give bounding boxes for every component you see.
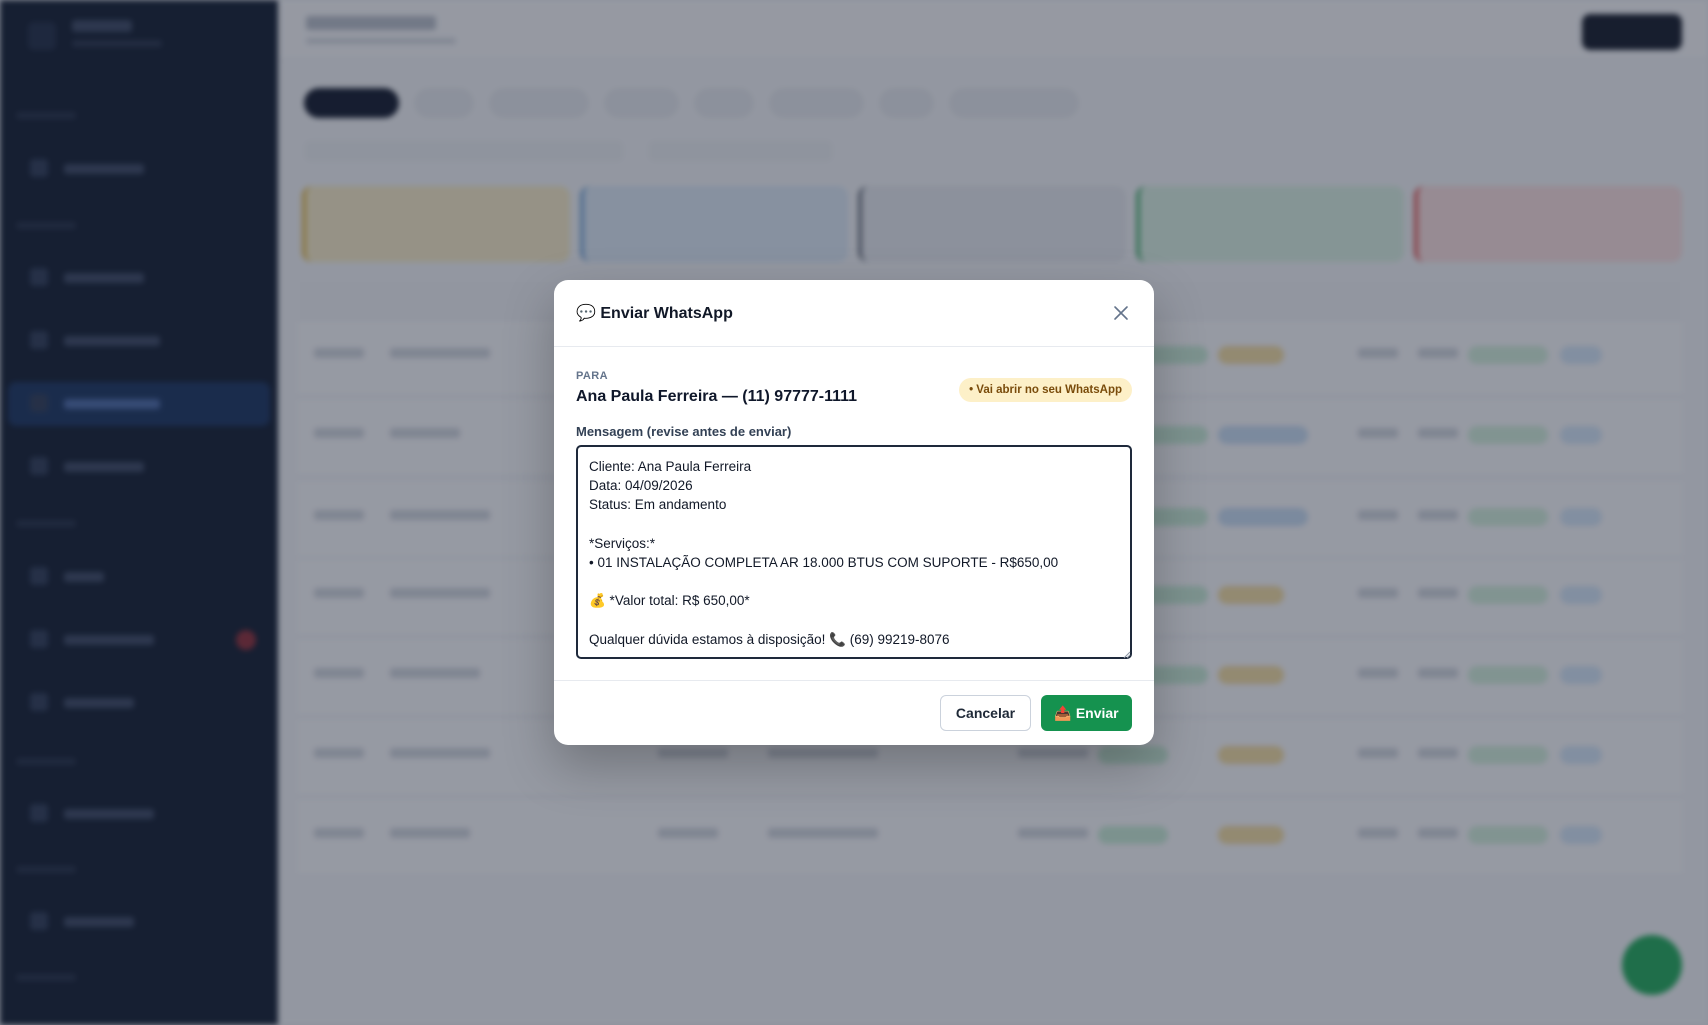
outbox-tray-icon: 📤 — [1054, 704, 1072, 721]
whatsapp-modal: 💬 Enviar WhatsApp PARA Ana Paula Ferreir… — [554, 280, 1154, 745]
message-textarea[interactable] — [576, 445, 1132, 659]
close-button[interactable] — [1108, 300, 1134, 326]
resize-handle-icon[interactable] — [1122, 650, 1131, 659]
send-button[interactable]: 📤 Enviar — [1041, 695, 1132, 731]
recipient-label: PARA — [576, 370, 608, 382]
speech-balloon-icon: 💬 — [576, 305, 596, 322]
cancel-button[interactable]: Cancelar — [940, 695, 1031, 731]
modal-footer: Cancelar 📤 Enviar — [554, 680, 1154, 745]
message-label: Mensagem (revise antes de enviar) — [576, 424, 792, 439]
modal-title-text: Enviar WhatsApp — [600, 305, 733, 322]
close-icon — [1114, 306, 1128, 320]
send-button-label: Enviar — [1075, 705, 1119, 721]
modal-title: 💬 Enviar WhatsApp — [576, 303, 733, 323]
modal-header: 💬 Enviar WhatsApp — [554, 280, 1154, 347]
whatsapp-info-badge: • Vai abrir no seu WhatsApp — [959, 378, 1132, 402]
recipient-value: Ana Paula Ferreira — (11) 97777-1111 — [576, 388, 858, 405]
